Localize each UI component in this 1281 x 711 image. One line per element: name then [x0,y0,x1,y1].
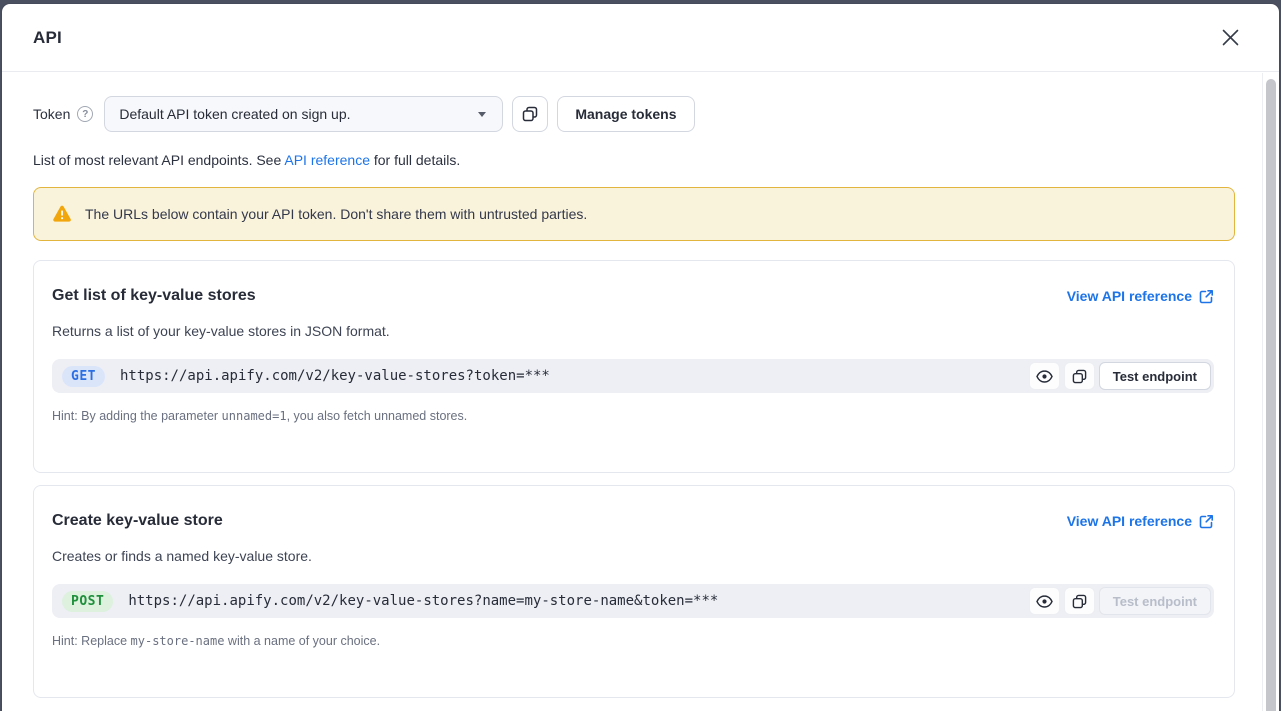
endpoint-card-get-list: Get list of key-value stores View API re… [33,260,1235,473]
chevron-down-icon [478,112,486,117]
dialog-title: API [33,28,62,48]
help-icon[interactable]: ? [77,106,93,122]
view-api-reference-link[interactable]: View API reference [1067,288,1214,304]
copy-icon [1072,594,1087,609]
card-title: Create key-value store [52,512,223,530]
token-select[interactable]: Default API token created on sign up. [104,96,503,132]
copy-url-button[interactable] [1064,362,1095,390]
api-dialog: API Token ? Default API token created on… [2,4,1279,711]
endpoint-url-bar: POST https://api.apify.com/v2/key-value-… [52,584,1214,618]
card-header: Get list of key-value stores View API re… [52,287,1214,305]
copy-url-button[interactable] [1064,587,1095,615]
intro-text-before: List of most relevant API endpoints. See [33,152,284,168]
endpoint-hint: Hint: By adding the parameter unnamed=1,… [52,409,1214,423]
view-api-reference-link[interactable]: View API reference [1067,513,1214,529]
endpoint-url-bar: GET https://api.apify.com/v2/key-value-s… [52,359,1214,393]
card-header: Create key-value store View API referenc… [52,512,1214,530]
eye-icon [1036,370,1053,383]
close-icon [1222,29,1239,46]
test-endpoint-button[interactable]: Test endpoint [1099,362,1211,390]
eye-icon [1036,595,1053,608]
card-title: Get list of key-value stores [52,287,256,305]
http-method-badge: POST [62,591,113,612]
token-select-value: Default API token created on sign up. [119,106,350,122]
card-description: Creates or finds a named key-value store… [52,548,1214,564]
hint-code: my-store-name [131,634,225,648]
endpoint-actions: Test endpoint [1029,587,1211,615]
dialog-header: API [2,4,1279,72]
card-description: Returns a list of your key-value stores … [52,323,1214,339]
endpoint-card-create-store: Create key-value store View API referenc… [33,485,1235,698]
view-api-reference-label: View API reference [1067,513,1192,529]
external-link-icon [1199,289,1214,304]
view-api-reference-label: View API reference [1067,288,1192,304]
warning-icon [52,205,72,223]
external-link-icon [1199,514,1214,529]
reveal-token-button[interactable] [1029,362,1060,390]
reveal-token-button[interactable] [1029,587,1060,615]
token-row: Token ? Default API token created on sig… [33,96,1235,132]
hint-suffix: with a name of your choice. [224,634,380,648]
copy-icon [1072,369,1087,384]
hint-suffix: , you also fetch unnamed stores. [287,409,468,423]
manage-tokens-button[interactable]: Manage tokens [557,96,694,132]
endpoint-hint: Hint: Replace my-store-name with a name … [52,634,1214,648]
token-warning-banner: The URLs below contain your API token. D… [33,187,1235,241]
hint-prefix: Hint: By adding the parameter [52,409,222,423]
warning-text: The URLs below contain your API token. D… [85,206,587,222]
close-button[interactable] [1217,25,1243,51]
hint-code: unnamed=1 [222,409,287,423]
scrollbar-track[interactable] [1262,73,1279,711]
test-endpoint-button[interactable]: Test endpoint [1099,587,1211,615]
intro-text-after: for full details. [370,152,460,168]
hint-prefix: Hint: Replace [52,634,131,648]
api-reference-link[interactable]: API reference [284,152,370,168]
copy-token-button[interactable] [512,96,548,132]
endpoint-actions: Test endpoint [1029,362,1211,390]
copy-icon [522,106,538,122]
dialog-body: Token ? Default API token created on sig… [2,72,1279,698]
intro-text: List of most relevant API endpoints. See… [33,152,1235,168]
token-label: Token [33,106,70,122]
scrollbar-thumb[interactable] [1266,79,1276,711]
endpoint-url: https://api.apify.com/v2/key-value-store… [128,593,1028,609]
http-method-badge: GET [62,366,105,387]
endpoint-url: https://api.apify.com/v2/key-value-store… [120,368,1029,384]
